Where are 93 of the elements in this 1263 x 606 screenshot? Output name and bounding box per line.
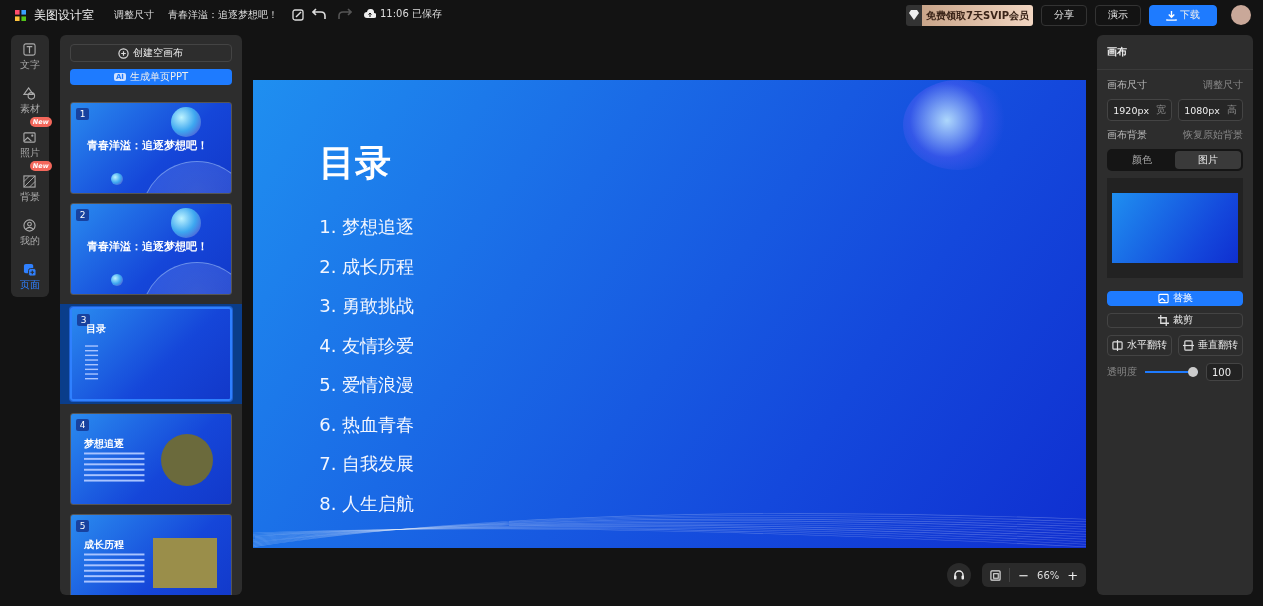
header-button[interactable]: 演示: [1095, 4, 1141, 26]
app-name: 美图设计室: [34, 6, 94, 24]
slide-thumbnail-row[interactable]: 2 青春洋溢：追逐梦想吧！: [59, 203, 243, 295]
pattern-icon: [23, 175, 37, 188]
rail-label: 我的: [19, 234, 40, 248]
flip-vertical-icon: [1183, 340, 1195, 351]
slide-thumbnail-row[interactable]: 5 成长历程: [59, 514, 243, 595]
slide-number: 5: [75, 520, 90, 532]
edit-icon[interactable]: [292, 9, 304, 21]
unit-label: 宽: [1156, 103, 1167, 117]
photo-placeholder: [153, 538, 218, 588]
slide-number: 2: [75, 209, 90, 221]
flip-horizontal-button[interactable]: 水平翻转: [1107, 335, 1173, 356]
rail-label: 素材: [19, 102, 40, 116]
segment-tab[interactable]: 图片: [1175, 151, 1241, 169]
undo-icon[interactable]: [312, 7, 326, 21]
crop-icon: [1157, 315, 1169, 326]
slide-thumbnail-row[interactable]: 1 青春洋溢：追逐梦想吧！: [59, 102, 243, 194]
height-field[interactable]: 1080px 高: [1178, 99, 1243, 121]
rail-label: 页面: [19, 278, 40, 292]
slide-list-item: 2. 成长历程: [319, 254, 416, 279]
shapes-icon: [23, 87, 37, 100]
generate-ppt-label: 生成单页PPT: [129, 70, 189, 84]
zoom-out-button[interactable]: −: [1018, 567, 1030, 583]
thumbnail-title: 目录: [85, 323, 106, 336]
image-icon: [1157, 293, 1169, 304]
rail-item[interactable]: 页面: [19, 263, 40, 297]
pages-icon: [23, 263, 37, 276]
redo-icon[interactable]: [338, 7, 352, 21]
avatar[interactable]: [1231, 5, 1251, 25]
photo-placeholder: [161, 434, 214, 486]
text-icon: [23, 43, 37, 56]
bubble-drawing: [110, 274, 123, 286]
save-status: 11:06 已保存: [380, 7, 442, 21]
opacity-slider[interactable]: [1145, 367, 1198, 377]
resize-link[interactable]: 调整尺寸: [1203, 78, 1243, 92]
section-label: 画布背景: [1107, 128, 1148, 142]
zoom-level: 66%: [1037, 569, 1060, 581]
bubble-drawing: [170, 208, 201, 238]
document-title[interactable]: 青春洋溢：追逐梦想吧！: [168, 8, 278, 22]
reset-background-link[interactable]: 恢复原始背景: [1183, 128, 1243, 142]
paragraph-lines-drawing: [83, 553, 146, 585]
slide-list-item: 6. 热血青春: [319, 412, 416, 437]
rail-label: 照片: [19, 146, 40, 160]
slide-list-item: 5. 爱情浪漫: [319, 373, 416, 397]
slide-number: 4: [75, 419, 90, 431]
rail-item[interactable]: 我的: [19, 219, 40, 253]
slide-list-item: 3. 勇敢挑战: [319, 294, 416, 318]
slide-list-item: 4. 友情珍爱: [319, 333, 416, 358]
slide-thumbnail-row[interactable]: 3 目录: [59, 304, 243, 404]
panel-title: 画布: [1097, 35, 1253, 70]
rail-item[interactable]: 文字: [19, 43, 40, 77]
user-icon: [23, 219, 37, 232]
slide-thumbnail-row[interactable]: 4 梦想追逐: [59, 413, 243, 505]
thumbnail-title: 青春洋溢：追逐梦想吧！: [86, 240, 208, 254]
slide-list-item: 8. 人生启航: [319, 491, 416, 516]
slide-list-item: 7. 自我发展: [319, 452, 416, 476]
crop-button[interactable]: 裁剪: [1107, 313, 1243, 328]
rail-label: 背景: [19, 190, 40, 204]
opacity-field[interactable]: 100: [1206, 363, 1243, 381]
support-button[interactable]: [947, 563, 972, 587]
image-icon: [23, 131, 37, 144]
plus-circle-icon: [118, 47, 130, 59]
logo-icon: [15, 9, 26, 21]
rail-label: 文字: [19, 58, 40, 72]
headset-icon: [953, 569, 966, 581]
section-label: 画布尺寸: [1107, 78, 1148, 92]
bubble-drawing: [170, 107, 201, 137]
download-icon: [1166, 9, 1177, 21]
flip-horizontal-icon: [1112, 340, 1124, 351]
opacity-label: 透明度: [1107, 365, 1138, 379]
width-field[interactable]: 1920px 宽: [1107, 99, 1173, 121]
thumbnail-title: 成长历程: [83, 538, 124, 552]
download-button[interactable]: 下载: [1149, 4, 1217, 26]
thumbnail-title: 青春洋溢：追逐梦想吧！: [86, 139, 208, 153]
replace-button[interactable]: 替换: [1107, 291, 1243, 306]
slide-list-item: 1. 梦想追逐: [319, 215, 416, 239]
segment-tab[interactable]: 颜色: [1109, 151, 1176, 169]
bubble-drawing: [110, 173, 123, 185]
cloud-icon: [364, 8, 376, 20]
flip-vertical-button[interactable]: 垂直翻转: [1178, 335, 1243, 356]
slider-handle[interactable]: [1188, 367, 1198, 377]
fit-screen-icon[interactable]: [990, 569, 1002, 581]
slide-number: 1: [75, 108, 90, 120]
zoom-in-button[interactable]: +: [1067, 567, 1079, 583]
thumbnail-title: 梦想追逐: [83, 437, 124, 451]
resize-link[interactable]: 调整尺寸: [114, 8, 154, 22]
header-button[interactable]: 分享: [1041, 4, 1087, 26]
unit-label: 高: [1227, 103, 1237, 117]
paragraph-lines-drawing: [83, 452, 146, 484]
diamond-icon: [908, 9, 921, 21]
slide-title: 目录: [319, 142, 393, 184]
create-canvas-button[interactable]: 创建空画布: [69, 44, 233, 62]
